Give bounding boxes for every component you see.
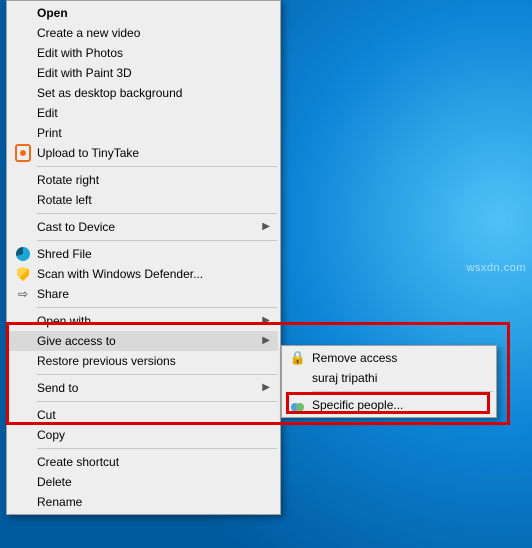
menu-tinytake[interactable]: Upload to TinyTake <box>9 143 278 163</box>
submenu-label: Remove access <box>312 348 397 368</box>
menu-defender[interactable]: Scan with Windows Defender... <box>9 264 278 284</box>
menu-delete[interactable]: Delete <box>9 472 278 492</box>
menu-label: Rotate left <box>37 190 92 210</box>
menu-edit-paint3d[interactable]: Edit with Paint 3D <box>9 63 278 83</box>
menu-label: Upload to TinyTake <box>37 143 139 163</box>
menu-cast[interactable]: Cast to Device ▶ <box>9 217 278 237</box>
defender-shield-icon <box>15 266 31 282</box>
context-menu: Open Create a new video Edit with Photos… <box>6 0 281 515</box>
submenu-user[interactable]: suraj tripathi <box>284 368 494 388</box>
share-icon: ⇨ <box>15 286 31 302</box>
chevron-right-icon: ▶ <box>262 311 270 331</box>
desktop-background: wsxdn.com Open Create a new video Edit w… <box>0 0 532 548</box>
separator <box>37 213 277 214</box>
menu-label: Rotate right <box>37 170 99 190</box>
people-icon <box>290 397 306 413</box>
menu-label: Open <box>37 3 68 23</box>
menu-rotate-left[interactable]: Rotate left <box>9 190 278 210</box>
menu-label: Print <box>37 123 62 143</box>
menu-share[interactable]: ⇨ Share <box>9 284 278 304</box>
menu-restore-versions[interactable]: Restore previous versions <box>9 351 278 371</box>
menu-print[interactable]: Print <box>9 123 278 143</box>
submenu-specific-people[interactable]: Specific people... <box>284 395 494 415</box>
menu-label: Scan with Windows Defender... <box>37 264 203 284</box>
menu-edit[interactable]: Edit <box>9 103 278 123</box>
watermark-text: wsxdn.com <box>466 262 526 274</box>
separator <box>37 448 277 449</box>
menu-create-video[interactable]: Create a new video <box>9 23 278 43</box>
separator <box>37 166 277 167</box>
submenu-label: Specific people... <box>312 395 403 415</box>
menu-label: Give access to <box>37 331 116 351</box>
menu-label: Share <box>37 284 69 304</box>
menu-label: Delete <box>37 472 72 492</box>
give-access-submenu: 🔒 Remove access suraj tripathi Specific … <box>281 345 497 418</box>
menu-label: Edit with Photos <box>37 43 123 63</box>
shred-icon <box>15 246 31 262</box>
menu-label: Restore previous versions <box>37 351 176 371</box>
tinytake-icon <box>15 145 31 161</box>
menu-label: Create a new video <box>37 23 140 43</box>
menu-label: Create shortcut <box>37 452 119 472</box>
lock-icon: 🔒 <box>290 350 306 366</box>
menu-shred[interactable]: Shred File <box>9 244 278 264</box>
menu-label: Send to <box>37 378 78 398</box>
menu-set-background[interactable]: Set as desktop background <box>9 83 278 103</box>
chevron-right-icon: ▶ <box>262 217 270 237</box>
menu-edit-photos[interactable]: Edit with Photos <box>9 43 278 63</box>
menu-rotate-right[interactable]: Rotate right <box>9 170 278 190</box>
separator <box>37 307 277 308</box>
menu-label: Cast to Device <box>37 217 115 237</box>
submenu-remove-access[interactable]: 🔒 Remove access <box>284 348 494 368</box>
menu-send-to[interactable]: Send to ▶ <box>9 378 278 398</box>
separator <box>37 240 277 241</box>
menu-cut[interactable]: Cut <box>9 405 278 425</box>
menu-copy[interactable]: Copy <box>9 425 278 445</box>
menu-label: Set as desktop background <box>37 83 182 103</box>
menu-label: Copy <box>37 425 65 445</box>
separator <box>312 391 493 392</box>
separator <box>37 401 277 402</box>
menu-label: Cut <box>37 405 56 425</box>
separator <box>37 374 277 375</box>
chevron-right-icon: ▶ <box>262 331 270 351</box>
menu-open[interactable]: Open <box>9 3 278 23</box>
submenu-label: suraj tripathi <box>312 368 377 388</box>
menu-open-with[interactable]: Open with ▶ <box>9 311 278 331</box>
menu-label: Open with <box>37 311 91 331</box>
chevron-right-icon: ▶ <box>262 378 270 398</box>
menu-label: Rename <box>37 492 82 512</box>
menu-give-access-to[interactable]: Give access to ▶ <box>9 331 278 351</box>
menu-label: Shred File <box>37 244 92 264</box>
menu-rename[interactable]: Rename <box>9 492 278 512</box>
menu-create-shortcut[interactable]: Create shortcut <box>9 452 278 472</box>
menu-label: Edit with Paint 3D <box>37 63 132 83</box>
menu-label: Edit <box>37 103 58 123</box>
